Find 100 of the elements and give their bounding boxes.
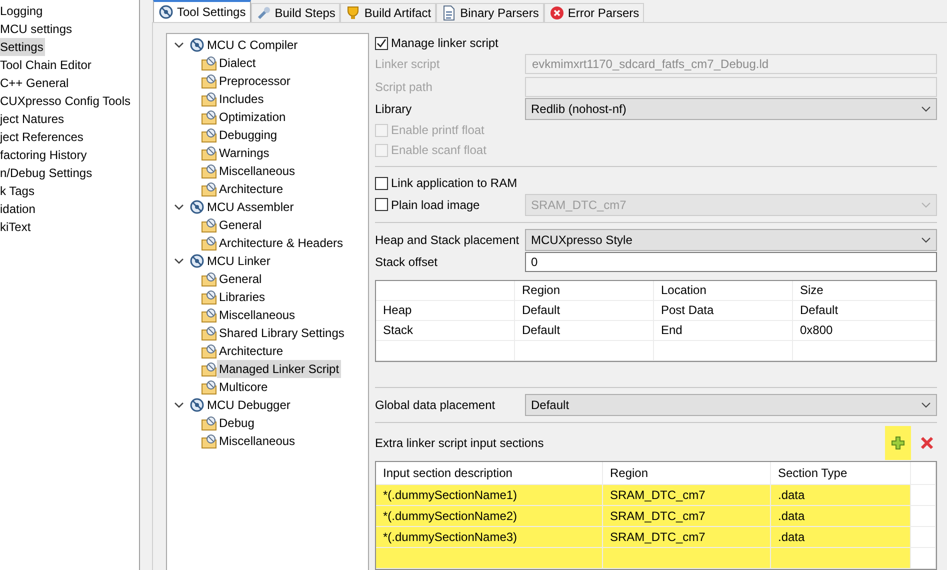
tab[interactable]: Error Parsers [544, 3, 644, 22]
add-button[interactable] [885, 426, 911, 460]
field-label: Stack offset [375, 255, 438, 270]
dropdown[interactable]: Default [525, 394, 937, 416]
field-label: Script path [375, 80, 434, 94]
checkbox[interactable] [375, 36, 388, 50]
folder-gear-icon [201, 217, 217, 233]
table-cell: Post Data [654, 300, 793, 321]
checkbox[interactable] [375, 176, 388, 190]
sidebar-item[interactable]: factoring History [0, 146, 89, 164]
table-cell: Stack [376, 320, 515, 341]
input-field[interactable]: 0 [525, 252, 937, 272]
tab[interactable]: Binary Parsers [436, 3, 544, 22]
caret-icon [921, 202, 931, 208]
tree-item[interactable]: Multicore [217, 378, 270, 396]
sidebar-item[interactable]: Settings [0, 38, 46, 56]
tree-item[interactable]: Dialect [217, 54, 258, 72]
tree-item[interactable]: General [217, 216, 264, 234]
table-cell: Default [515, 320, 654, 341]
sidebar-item[interactable]: C++ General [0, 74, 71, 92]
tree-item[interactable]: Miscellaneous [217, 432, 298, 450]
tree-item[interactable]: Warnings [217, 144, 272, 162]
tree-item[interactable]: Miscellaneous [217, 306, 298, 324]
column-header: Region [515, 280, 654, 301]
table-cell: Heap [376, 300, 515, 321]
sidebar-item[interactable]: Logging [0, 2, 45, 20]
tree-item[interactable]: Libraries [217, 288, 268, 306]
caret-icon [921, 402, 931, 408]
tree-item[interactable]: Includes [217, 90, 266, 108]
tree-item[interactable]: MCU Debugger [205, 396, 292, 414]
table-cell: SRAM_DTC_cm7 [603, 485, 771, 506]
checkbox-label: Link application to RAM [391, 176, 518, 190]
table-cell [911, 506, 936, 528]
tree-item[interactable]: Architecture [217, 180, 286, 198]
sidebar-item[interactable]: Tool Chain Editor [0, 56, 94, 74]
field-label: Heap and Stack placement [375, 232, 520, 247]
input-field: evkmimxrt1170_sdcard_fatfs_cm7_Debug.ld [525, 54, 937, 74]
sidebar-item[interactable]: idation [0, 200, 38, 218]
tab[interactable]: Build Steps [250, 3, 340, 22]
folder-gear-icon [201, 127, 217, 143]
table-cell: *(.dummySectionName3) [376, 527, 603, 548]
column-header: Size [793, 280, 936, 301]
table-cell: .data [771, 506, 911, 528]
table-cell: *(.dummySectionName2) [376, 506, 603, 528]
tree-item[interactable]: MCU Assembler [205, 198, 296, 216]
field-label: Global data placement [375, 398, 496, 412]
table-cell: .data [771, 485, 911, 506]
tab[interactable]: Tool Settings [153, 0, 251, 22]
folder-gear-icon [201, 415, 217, 431]
tree-item[interactable]: Optimization [217, 108, 288, 126]
folder-gear-icon [201, 325, 217, 341]
caret-icon [921, 106, 931, 112]
sidebar-item[interactable]: kiText [0, 218, 33, 236]
folder-gear-icon [201, 433, 217, 449]
tree-item[interactable]: General [217, 270, 264, 288]
tree-item[interactable]: MCU C Compiler [205, 36, 300, 54]
close-icon [920, 436, 934, 450]
sidebar-item[interactable]: CUXpresso Config Tools [0, 92, 133, 110]
table-cell [911, 548, 936, 570]
tree-item[interactable]: Debug [217, 414, 256, 432]
tree-item[interactable]: Miscellaneous [217, 162, 298, 180]
column-header: Location [654, 280, 793, 301]
sidebar-item[interactable]: MCU settings [0, 20, 74, 38]
table-cell [911, 527, 936, 548]
sidebar-item[interactable]: ject Natures [0, 110, 66, 128]
plus-icon [891, 436, 905, 450]
tab[interactable]: Build Artifact [340, 3, 436, 22]
sidebar-item[interactable]: n/Debug Settings [0, 164, 94, 182]
tree-item[interactable]: Architecture & Headers [217, 234, 346, 252]
sidebar-item[interactable]: k Tags [0, 182, 36, 200]
folder-gear-icon [201, 145, 217, 161]
folder-gear-icon [201, 271, 217, 287]
field-label: Linker script [375, 57, 441, 72]
tree-item[interactable]: Preprocessor [217, 72, 292, 90]
tree-item[interactable]: Debugging [217, 126, 280, 144]
dropdown[interactable]: MCUXpresso Style [525, 228, 937, 251]
table-cell: End [654, 320, 793, 341]
gear-icon [189, 37, 205, 53]
table-cell [911, 485, 936, 506]
folder-gear-icon [201, 343, 217, 359]
checkbox-label: Enable scanf float [391, 143, 486, 158]
field-label: Library [375, 102, 413, 116]
dropdown[interactable]: Redlib (nohost-nf) [525, 98, 937, 120]
tree-item[interactable]: Shared Library Settings [217, 324, 346, 342]
table-cell: Default [515, 300, 654, 321]
gear-icon [189, 397, 205, 413]
sidebar-item[interactable]: ject References [0, 128, 86, 146]
caret-icon [921, 236, 931, 243]
tree-item[interactable]: Architecture [217, 342, 286, 360]
table-cell [911, 462, 936, 486]
folder-gear-icon [201, 73, 217, 89]
folder-gear-icon [201, 55, 217, 71]
table-cell: *(.dummySectionName1) [376, 485, 603, 506]
folder-gear-icon [201, 235, 217, 251]
table-cell: Default [793, 300, 936, 321]
tree-item[interactable]: Managed Linker Script [217, 360, 342, 378]
checkbox-label: Enable printf float [391, 123, 484, 138]
gear-icon [189, 199, 205, 215]
table-cell: .data [771, 527, 911, 548]
tree-item[interactable]: MCU Linker [205, 252, 272, 270]
